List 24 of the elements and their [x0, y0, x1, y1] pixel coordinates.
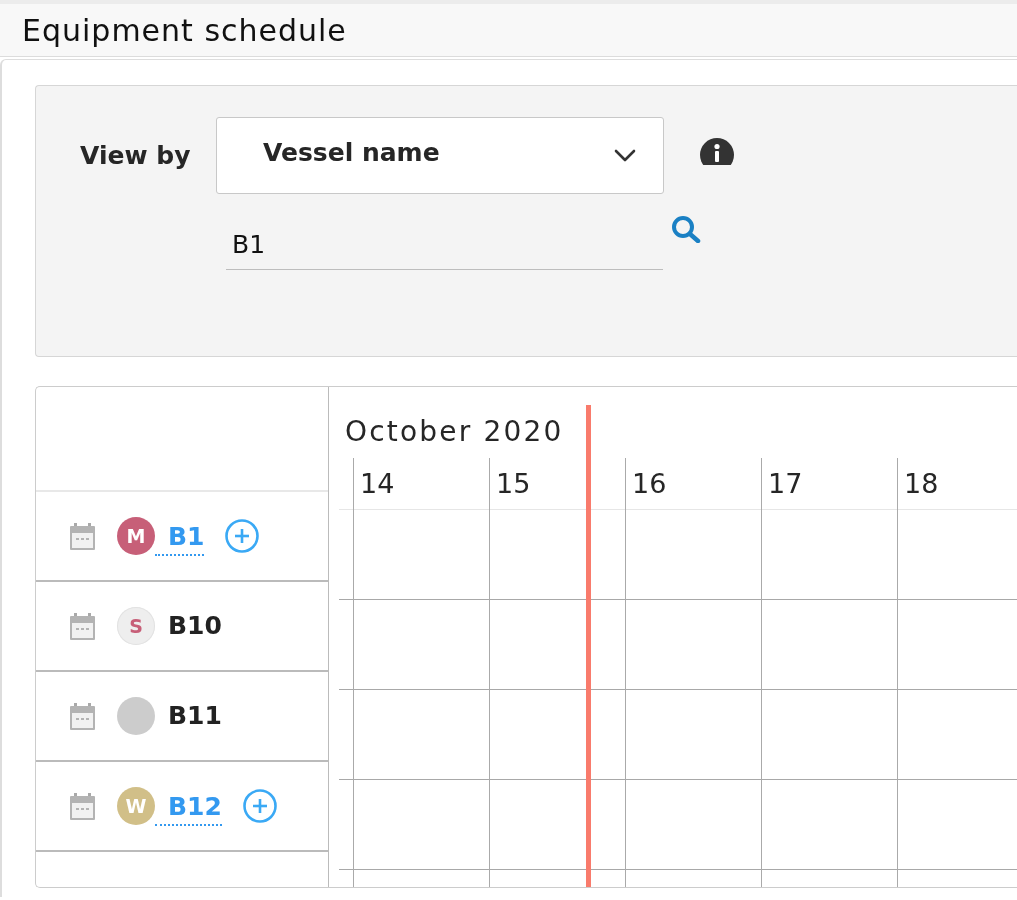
- chevron-down-icon: [614, 149, 636, 162]
- day-label: 17: [768, 468, 803, 499]
- info-icon[interactable]: [700, 138, 734, 165]
- view-by-dropdown[interactable]: Vessel name: [216, 117, 664, 194]
- day-label: 18: [904, 468, 939, 499]
- vessel-name: B11: [167, 701, 222, 731]
- view-by-label: View by: [80, 141, 192, 170]
- vessel-name: B10: [167, 611, 222, 641]
- month-label: October 2020: [345, 415, 564, 448]
- avatar: S: [117, 607, 155, 645]
- day-label: 14: [360, 468, 395, 499]
- calendar-icon[interactable]: [70, 702, 95, 730]
- plus-circle-icon[interactable]: [225, 519, 260, 553]
- page-title: Equipment schedule: [22, 12, 347, 48]
- plus-circle-icon[interactable]: [242, 789, 277, 823]
- day-label: 15: [496, 468, 531, 499]
- search-icon[interactable]: [671, 215, 701, 243]
- calendar-icon[interactable]: [70, 522, 95, 550]
- calendar-icon[interactable]: [70, 612, 95, 640]
- day-label: 16: [632, 468, 667, 499]
- avatar: W: [117, 787, 155, 825]
- avatar: M: [117, 517, 155, 555]
- search-field[interactable]: B1: [226, 220, 663, 270]
- calendar-icon[interactable]: [70, 792, 95, 820]
